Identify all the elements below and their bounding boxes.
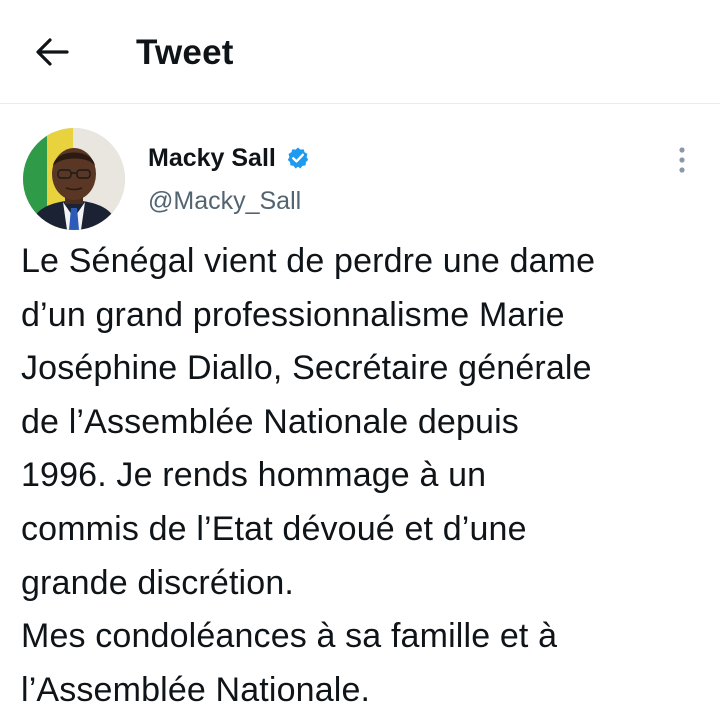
top-app-bar: Tweet [0, 0, 720, 104]
tweet-text-line: Joséphine Diallo, Secrétaire générale [21, 349, 592, 388]
author-handle[interactable]: @Macky_Sall [148, 185, 301, 217]
more-vertical-icon [679, 147, 685, 173]
tweet-text-line: 1996. Je rends hommage à un [21, 456, 487, 495]
avatar[interactable] [23, 128, 125, 230]
tweet-text-line: Le Sénégal vient de perdre une dame [21, 242, 596, 280]
tweet-text-line: de l’Assemblée Nationale depuis [21, 402, 519, 441]
verified-badge-icon [287, 147, 309, 169]
tweet-text-line: grande discrétion. [21, 563, 294, 602]
tweet-text: Le Sénégal vient de perdre une dame d’un… [21, 235, 711, 717]
author-name[interactable]: Macky Sall [148, 142, 310, 174]
more-options-button[interactable] [662, 140, 702, 180]
back-button[interactable] [30, 30, 74, 74]
author-display-name: Macky Sall [148, 144, 276, 172]
tweet-text-line: Mes condoléances à sa famille et à [21, 617, 558, 656]
tweet-text-line: d’un grand professionnalisme Marie [21, 295, 565, 334]
tweet-text-line: commis de l’Etat dévoué et d’une [21, 509, 527, 548]
tweet-text-line: l’Assemblée Nationale. [21, 670, 371, 709]
page-title: Tweet [136, 33, 234, 72]
arrow-left-icon [36, 38, 69, 66]
